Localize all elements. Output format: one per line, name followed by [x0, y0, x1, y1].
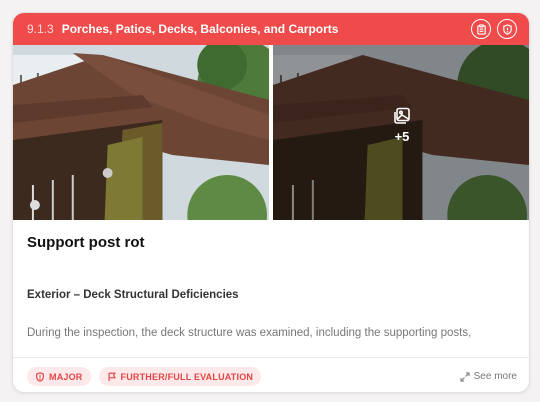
section-header: 9.1.3 Porches, Patios, Decks, Balconies,… [13, 13, 529, 45]
section-number: 9.1.3 [27, 22, 54, 36]
see-more-button[interactable]: See more [460, 371, 517, 382]
badge-further-evaluation[interactable]: FURTHER/FULL EVALUATION [98, 367, 262, 386]
badge-major-label: MAJOR [49, 371, 83, 382]
finding-category: Exterior – Deck Structural Deficiencies [27, 289, 239, 301]
badge-major[interactable]: MAJOR [27, 367, 91, 386]
finding-description: During the inspection, the deck structur… [27, 327, 472, 339]
photo-gallery: +5 [13, 45, 529, 220]
photo-1[interactable] [13, 45, 269, 220]
finding-content: Support post rot Exterior – Deck Structu… [13, 220, 529, 341]
flag-icon [108, 372, 116, 381]
shield-alert-icon [36, 371, 44, 382]
footer-divider [13, 357, 529, 358]
finding-footer: MAJOR FURTHER/FULL EVALUATION See more [27, 367, 517, 386]
clipboard-icon[interactable] [471, 19, 491, 39]
gallery-icon [394, 107, 410, 124]
photo-2[interactable]: +5 [273, 45, 529, 220]
more-photos-button[interactable]: +5 [393, 107, 411, 144]
section-title: Porches, Patios, Decks, Balconies, and C… [61, 22, 339, 36]
see-more-label: See more [473, 371, 517, 382]
shield-alert-icon[interactable] [497, 19, 517, 39]
expand-icon [460, 371, 470, 382]
badge-further-evaluation-label: FURTHER/FULL EVALUATION [120, 371, 254, 382]
finding-title: Support post rot [27, 234, 145, 251]
finding-card: 9.1.3 Porches, Patios, Decks, Balconies,… [12, 12, 530, 393]
header-actions [471, 19, 517, 39]
more-photos-count: +5 [394, 129, 410, 144]
